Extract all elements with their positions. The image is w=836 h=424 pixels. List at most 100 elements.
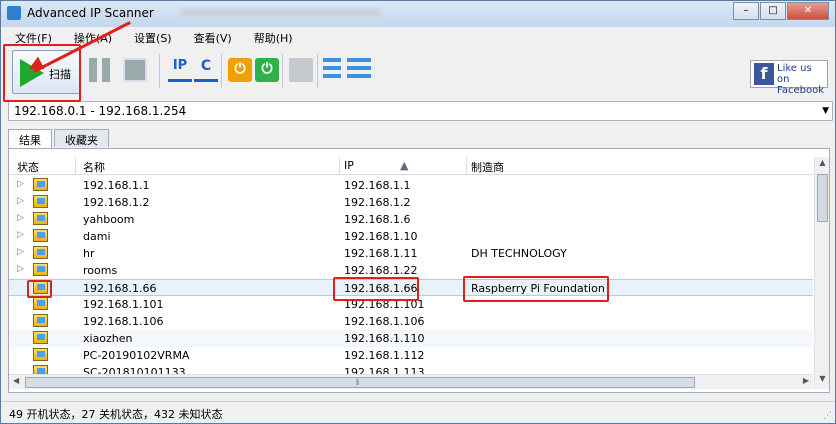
- table-row[interactable]: xiaozhen 192.168.1.110: [9, 330, 813, 347]
- vertical-scrollbar[interactable]: ▲ ▼: [814, 157, 829, 389]
- table-row[interactable]: ▷ dami 192.168.1.10: [9, 228, 813, 245]
- row-name: rooms: [83, 264, 118, 277]
- computer-status-icon: [33, 281, 48, 294]
- table-row[interactable]: ▷ hr 192.168.1.11 DH TECHNOLOGY: [9, 245, 813, 262]
- ip-range-input[interactable]: 192.168.0.1 - 192.168.1.254 ▼: [8, 101, 833, 121]
- power-off-button[interactable]: ⏻: [228, 58, 252, 82]
- computer-status-icon: [33, 314, 48, 327]
- menu-settings[interactable]: 设置(S): [120, 27, 180, 45]
- table-row[interactable]: ▷ yahboom 192.168.1.6: [9, 211, 813, 228]
- row-ip: 192.168.1.6: [344, 213, 411, 226]
- row-name: 192.168.1.1: [83, 179, 150, 192]
- row-name: 192.168.1.66: [83, 282, 157, 295]
- row-vendor: Raspberry Pi Foundation: [471, 282, 605, 295]
- blurred-title-region: [181, 8, 381, 18]
- toolbar-separator: [282, 54, 283, 88]
- computer-status-icon: [33, 348, 48, 361]
- col-ip[interactable]: IP: [344, 159, 354, 172]
- menu-file[interactable]: 文件(F): [1, 27, 60, 45]
- class-c-button[interactable]: C: [194, 58, 218, 82]
- row-name: hr: [83, 247, 95, 260]
- expand-icon[interactable]: ▷: [17, 196, 24, 206]
- expand-all-icon[interactable]: [323, 58, 341, 82]
- row-vendor: DH TECHNOLOGY: [471, 247, 567, 260]
- col-vendor[interactable]: 制造商: [471, 159, 504, 175]
- menu-view[interactable]: 查看(V): [180, 27, 240, 45]
- table-row[interactable]: 192.168.1.66 192.168.1.66 Raspberry Pi Fou…: [9, 279, 813, 296]
- col-name[interactable]: 名称: [83, 159, 105, 175]
- chevron-down-icon[interactable]: ▼: [822, 106, 829, 116]
- scan-button-label: 扫描: [49, 68, 71, 81]
- facebook-icon: f: [754, 63, 774, 85]
- table-row[interactable]: 192.168.1.101 192.168.1.101: [9, 296, 813, 313]
- sort-ascending-icon: ▲: [400, 159, 409, 172]
- row-name: xiaozhen: [83, 332, 133, 345]
- computer-status-icon: [33, 331, 48, 344]
- network-icon[interactable]: [289, 58, 313, 82]
- scan-button[interactable]: 扫描: [12, 50, 80, 94]
- row-ip: 192.168.1.66: [344, 282, 418, 295]
- pause-button[interactable]: [89, 58, 113, 82]
- row-name: 192.168.1.106: [83, 315, 164, 328]
- scroll-up-icon[interactable]: ▲: [816, 158, 829, 172]
- computer-status-icon: [33, 195, 48, 208]
- minimize-button[interactable]: –: [733, 2, 759, 20]
- facebook-line1: Like us on: [777, 63, 812, 85]
- tab-bar: 结果 收藏夹: [8, 129, 111, 149]
- row-ip: 192.168.1.2: [344, 196, 411, 209]
- resize-grip-icon[interactable]: ⋰: [823, 411, 832, 421]
- expand-icon[interactable]: ▷: [17, 213, 24, 223]
- tab-favorites[interactable]: 收藏夹: [54, 129, 109, 147]
- app-window: Advanced IP Scanner – □ ✕ 文件(F) 操作(A) 设置…: [0, 0, 836, 424]
- status-bar: 49 开机状态，27 关机状态，432 未知状态 ⋰: [1, 401, 835, 423]
- toolbar-separator: [159, 54, 160, 88]
- facebook-like-button[interactable]: f Like us on Facebook: [750, 60, 828, 96]
- menu-help[interactable]: 帮助(H): [240, 27, 301, 45]
- toolbar: 扫描 IP C ⏻ ⏻ f Like us on Facebook: [1, 46, 835, 98]
- row-name: dami: [83, 230, 111, 243]
- results-table: 状态 名称 IP ▲ 制造商 ▷ 192.168.1.1 192.168.1.1 ▷ 1…: [8, 148, 830, 393]
- window-title: Advanced IP Scanner: [27, 6, 154, 20]
- row-name: 192.168.1.101: [83, 298, 164, 311]
- expand-icon[interactable]: ▷: [17, 179, 24, 189]
- collapse-all-icon[interactable]: [347, 58, 371, 82]
- row-ip: 192.168.1.101: [344, 298, 425, 311]
- table-row[interactable]: ▷ 192.168.1.2 192.168.1.2: [9, 194, 813, 211]
- row-name: PC-20190102VRMA: [83, 349, 190, 362]
- col-status[interactable]: 状态: [17, 159, 39, 175]
- computer-status-icon: [33, 212, 48, 225]
- toolbar-separator: [221, 54, 222, 88]
- ip-range-value: 192.168.0.1 - 192.168.1.254: [14, 104, 187, 118]
- scroll-right-icon[interactable]: ▶: [803, 376, 809, 385]
- table-row[interactable]: ▷ 192.168.1.1 192.168.1.1: [9, 177, 813, 194]
- stop-button[interactable]: [123, 58, 147, 82]
- table-row[interactable]: PC-20190102VRMA 192.168.1.112: [9, 347, 813, 364]
- table-row[interactable]: 192.168.1.106 192.168.1.106: [9, 313, 813, 330]
- scroll-down-icon[interactable]: ▼: [816, 374, 829, 388]
- app-logo-icon: [7, 6, 21, 20]
- table-row[interactable]: ▷ rooms 192.168.1.22: [9, 262, 813, 279]
- expand-icon[interactable]: ▷: [17, 247, 24, 257]
- horizontal-scrollbar[interactable]: ◀ ⦀ ▶: [9, 374, 813, 389]
- maximize-button[interactable]: □: [760, 2, 786, 20]
- facebook-line2: Facebook: [777, 85, 824, 96]
- expand-icon[interactable]: ▷: [17, 264, 24, 274]
- grip-icon: ⦀: [356, 378, 360, 387]
- ip-scan-button[interactable]: IP: [168, 58, 192, 82]
- table-header: 状态 名称 IP ▲ 制造商: [9, 157, 813, 175]
- computer-status-icon: [33, 178, 48, 191]
- hscroll-thumb[interactable]: ⦀: [25, 377, 695, 388]
- row-ip: 192.168.1.11: [344, 247, 418, 260]
- scroll-thumb[interactable]: [817, 174, 828, 222]
- computer-status-icon: [33, 229, 48, 242]
- row-name: yahboom: [83, 213, 135, 226]
- power-on-button[interactable]: ⏻: [255, 58, 279, 82]
- scroll-left-icon[interactable]: ◀: [13, 376, 19, 385]
- computer-status-icon: [33, 246, 48, 259]
- expand-icon[interactable]: ▷: [17, 230, 24, 240]
- row-name: 192.168.1.2: [83, 196, 150, 209]
- close-button[interactable]: ✕: [787, 2, 829, 20]
- row-ip: 192.168.1.112: [344, 349, 425, 362]
- tab-results[interactable]: 结果: [8, 129, 52, 149]
- computer-status-icon: [33, 297, 48, 310]
